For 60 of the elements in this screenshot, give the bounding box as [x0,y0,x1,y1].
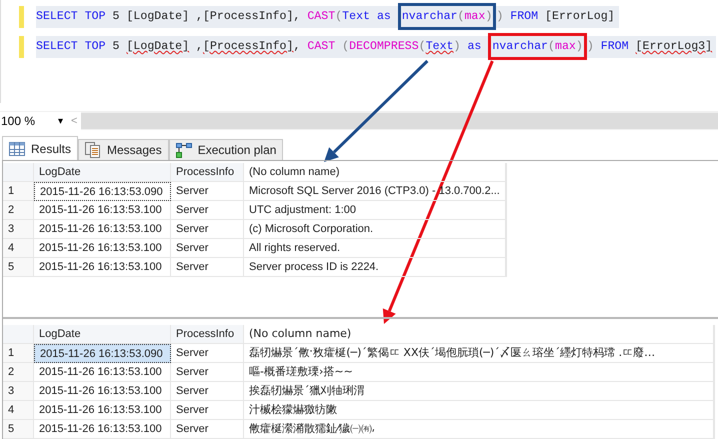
table-cell[interactable]: Server [171,382,244,401]
column-header[interactable]: ProcessInfo [171,325,244,344]
table-cell[interactable]: Server [171,401,244,420]
table-cell[interactable]: Server [171,363,244,382]
row-number[interactable]: 2 [3,201,34,220]
column-header[interactable]: LogDate [34,325,171,344]
callout-box: nvarchar(max) [488,33,587,60]
sql-query[interactable]: SELECT TOP 5 [LogDate] ,[ProcessInfo], CAST(Text as nvarchar(max) ) FROM [ErrorLog] [36,6,619,28]
row-number[interactable]: 1 [3,344,34,363]
header-corner[interactable] [3,163,34,182]
table-cell[interactable]: 挨磊牣爀景ˊ獵刈牰琍渭 [244,382,714,401]
column-header[interactable]: ProcessInfo [171,163,244,182]
table-cell[interactable]: 2015-11-26 16:13:53.100 [34,201,171,220]
table-cell[interactable]: 2015-11-26 16:13:53.090 [34,344,171,363]
row-number[interactable]: 5 [3,420,34,439]
row-number[interactable]: 5 [3,258,34,277]
row-number[interactable]: 1 [3,182,34,201]
table-cell[interactable]: 嘔-概番瑳敷瑮›搭~~ [244,363,714,382]
horizontal-scrollbar[interactable] [81,112,718,128]
row-number[interactable]: 2 [3,363,34,382]
header-corner[interactable] [3,325,34,344]
table-cell[interactable]: Server [171,220,244,239]
row-number[interactable]: 3 [3,220,34,239]
table-cell[interactable]: 磊牣爀景ˊ敒ˑ敄癨梴(─)ˊ繁偈ㄸ ⅩⅩ伕ˊ堨佨朊瑣(─)ˊ〆匽ㄠ瑢坐ˊ纆灯特杩瑺 .ㄸ廢… [244,344,714,363]
table-cell[interactable]: All rights reserved. [244,239,506,258]
table-cell[interactable]: 2015-11-26 16:13:53.100 [34,382,171,401]
sql-query[interactable]: SELECT TOP 5 [LogDate] ,[ProcessInfo], CAST (DECOMPRESS(Text) as nvarchar(max) ) FROM [ErrorLog3] [36,36,716,58]
table-cell[interactable]: Server [171,182,244,201]
table-cell[interactable]: Microsoft SQL Server 2016 (CTP3.0) - 13.0.700.2... [244,182,506,201]
table-cell[interactable]: 2015-11-26 16:13:53.100 [34,239,171,258]
result-tab[interactable]: Results [2,136,78,160]
diagram-icon [176,142,192,158]
table-cell[interactable]: Server [171,239,244,258]
table-cell[interactable]: Server [171,420,244,439]
table-cell[interactable]: Server [171,344,244,363]
table-cell[interactable]: Server [171,201,244,220]
result-tab[interactable]: Messages [78,139,169,160]
table-cell[interactable]: Server process ID is 2224. [244,258,506,277]
zoom-dropdown[interactable]: 100 % ▾ [0,112,67,130]
table-cell[interactable]: 2015-11-26 16:13:53.090 [34,182,171,201]
result-tab[interactable]: Execution plan [168,139,284,160]
table-cell[interactable]: 2015-11-26 16:13:53.100 [34,420,171,439]
column-header[interactable]: (No column name) [244,163,506,182]
table-cell[interactable]: 2015-11-26 16:13:53.100 [34,401,171,420]
table-cell[interactable]: 2015-11-26 16:13:53.100 [34,220,171,239]
table-cell[interactable]: 汁楲桧獴爀獥牥敶 [244,401,714,420]
column-header[interactable]: (No column name) [244,325,714,344]
table-cell[interactable]: Server [171,258,244,277]
grid-icon [9,142,25,156]
table-cell[interactable]: (c) Microsoft Corporation. [244,220,506,239]
table-cell[interactable]: UTC adjustment: 1:00 [244,201,506,220]
row-number[interactable]: 4 [3,401,34,420]
row-number[interactable]: 3 [3,382,34,401]
table-cell[interactable]: 敒癨梴瀠潲散獳䤠⁄獩㈠㈲⸴ [244,420,714,439]
table-cell[interactable]: 2015-11-26 16:13:53.100 [34,258,171,277]
table-cell[interactable]: 2015-11-26 16:13:53.100 [34,363,171,382]
column-header[interactable]: LogDate [34,163,171,182]
callout-box: nvarchar(max) [398,3,496,30]
document-icon [85,142,102,158]
row-number[interactable]: 4 [3,239,34,258]
